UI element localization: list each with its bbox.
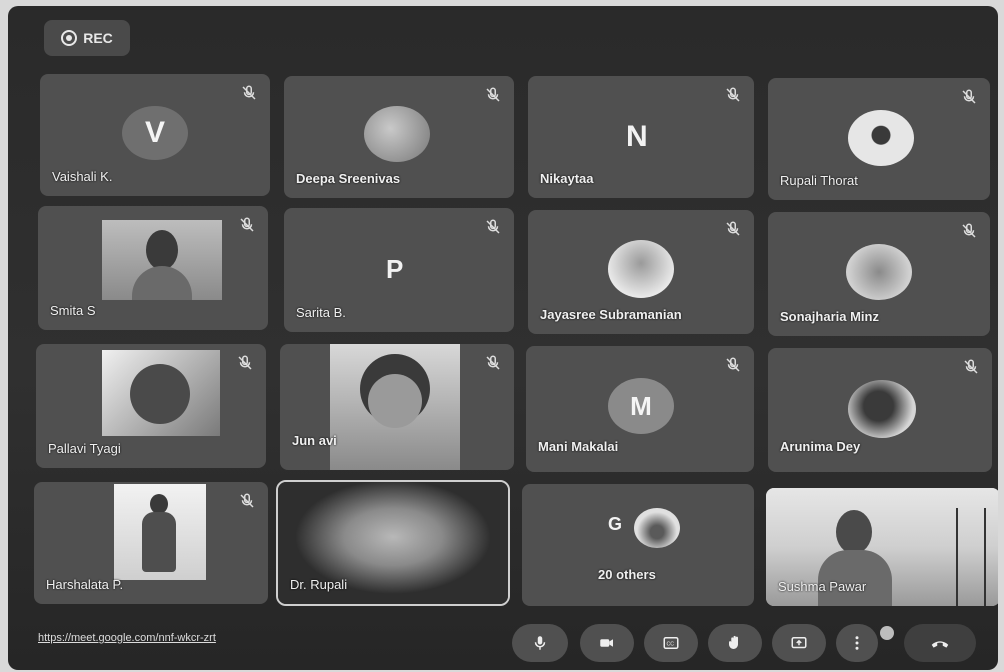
participant-name: Nikaytaa [540,171,594,186]
participant-name: Deepa Sreenivas [296,171,401,186]
mic-off-icon [726,221,740,236]
leave-call-button[interactable] [904,624,976,662]
participant-name: Smita S [50,303,96,318]
participant-tile[interactable]: Sushma Pawar [766,488,998,606]
avatar: M [608,378,674,434]
notification-dot [880,626,894,640]
participant-name: Harshalata P. [46,577,124,592]
participant-tile[interactable]: G 20 others [522,484,754,606]
participant-tile[interactable]: Pallavi Tyagi [36,344,266,468]
avatar-initial: V [144,116,165,149]
mic-off-icon [962,89,976,104]
camera-icon [600,639,613,647]
mic-off-icon [726,87,740,102]
participant-tile[interactable]: Rupali Thorat [768,78,990,200]
video-feed [114,484,206,580]
video-feed [102,350,220,436]
participant-tile[interactable]: M Mani Makalai [526,346,754,472]
avatar-initial: M [630,390,652,421]
participant-name: Dr. Rupali [290,577,348,592]
avatar [364,106,430,162]
mic-off-icon [238,355,252,370]
participant-tile[interactable]: Deepa Sreenivas [284,76,514,198]
more-options-button[interactable] [836,624,878,662]
video-feed [330,344,460,470]
mic-button[interactable] [512,624,568,662]
participant-name: Sonajharia Minz [780,309,879,324]
participant-name: Jun avi [292,433,337,448]
captions-button[interactable]: CC [644,624,698,662]
participant-name: Rupali Thorat [780,173,858,188]
svg-text:CC: CC [667,641,675,647]
avatar [608,240,674,298]
participant-tile[interactable]: Dr. Rupali [276,480,510,606]
hand-icon [729,635,738,649]
avatar [846,244,912,300]
camera-button[interactable] [580,624,634,662]
participant-tile[interactable]: Smita S [38,206,268,330]
participant-tile[interactable]: P Sarita B. [284,208,514,332]
mic-off-icon [240,493,254,508]
avatar [848,110,914,166]
mic-off-icon [486,87,500,102]
participant-tile[interactable]: Jayasree Subramanian [528,210,754,334]
mic-icon [534,636,546,650]
avatar-initial: P [386,254,404,284]
mic-off-icon [726,357,740,372]
mic-off-icon [962,223,976,238]
participant-tile[interactable]: Arunima Dey [768,348,992,472]
participant-tile[interactable]: Sonajharia Minz [768,212,990,336]
others-count: 20 others [598,567,656,582]
participant-name: Mani Makalai [538,439,619,454]
mic-off-icon [242,85,256,100]
meeting-link[interactable]: https://meet.google.com/nnf-wkcr-zrt [38,632,216,644]
participant-tile[interactable]: Jun avi [280,344,514,470]
captions-icon: CC [663,637,679,649]
raise-hand-button[interactable] [708,624,762,662]
avatar [634,508,680,548]
present-icon [791,637,807,649]
mic-off-icon [964,359,978,374]
more-vert-icon [855,636,859,650]
avatar: V [122,106,188,160]
avatar-initial: G [608,514,623,534]
participant-grid: V Vaishali K. Deepa Sreenivas N Nikaytaa… [8,6,998,670]
mic-off-icon [486,219,500,234]
participant-tile[interactable]: V Vaishali K. [40,74,270,196]
participant-name: Sushma Pawar [778,579,867,594]
video-feed [102,220,222,300]
participant-name: Jayasree Subramanian [540,307,682,322]
participant-name: Pallavi Tyagi [48,441,121,456]
mic-off-icon [486,355,500,370]
end-call-icon [931,641,949,648]
participant-name: Sarita B. [296,305,346,320]
avatar [848,380,916,438]
participant-tile[interactable]: N Nikaytaa [528,76,754,198]
participant-name: Arunima Dey [780,439,861,454]
participant-tile[interactable]: Harshalata P. [34,482,268,604]
mic-off-icon [240,217,254,232]
participant-name: Vaishali K. [52,169,113,184]
present-button[interactable] [772,624,826,662]
meet-window: REC V Vaishali K. Deepa Sreenivas N Nika… [8,6,998,670]
avatar-initial: N [626,120,648,153]
